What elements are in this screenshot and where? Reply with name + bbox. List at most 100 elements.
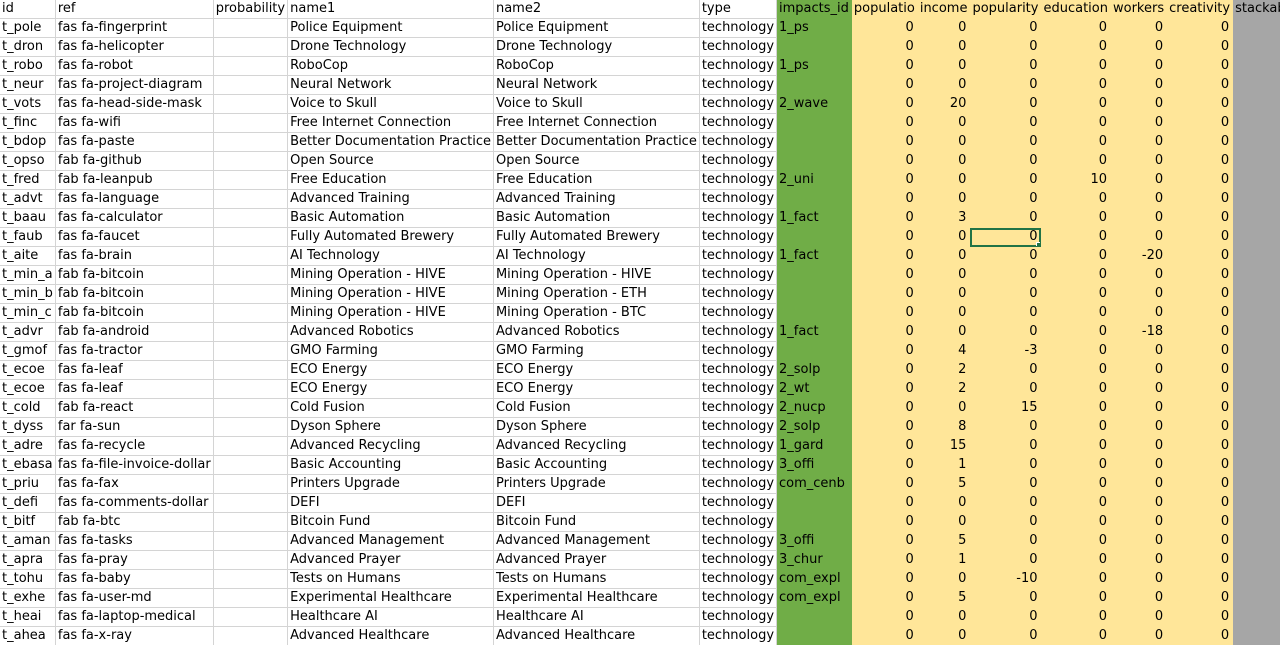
cell-popularity[interactable]: -10 xyxy=(969,569,1042,589)
cell-impacts-id[interactable] xyxy=(776,303,852,323)
cell-workers[interactable]: 0 xyxy=(1110,113,1168,133)
cell-impacts-id[interactable] xyxy=(776,189,852,209)
cell-type[interactable]: technology xyxy=(699,493,778,513)
cell-name2[interactable]: RoboCop xyxy=(493,56,700,76)
cell-popularity[interactable]: 0 xyxy=(969,208,1042,228)
cell-probability[interactable] xyxy=(213,189,289,209)
cell-workers[interactable]: 0 xyxy=(1110,550,1168,570)
cell-ref[interactable]: fas fa-tasks xyxy=(55,531,214,551)
cell-population[interactable]: 0 xyxy=(851,360,918,380)
cell-population[interactable]: 0 xyxy=(851,189,918,209)
cell-impacts-id[interactable]: 2_wave xyxy=(776,94,852,114)
cell-popularity[interactable]: 0 xyxy=(969,493,1042,513)
header-cell-probability[interactable]: probability xyxy=(213,0,289,19)
cell-workers[interactable]: 0 xyxy=(1110,37,1168,57)
cell-education[interactable]: 0 xyxy=(1040,607,1111,627)
cell-impacts-id[interactable] xyxy=(776,284,852,304)
cell-impacts-id[interactable]: 3_offi xyxy=(776,531,852,551)
cell-income[interactable]: 0 xyxy=(917,398,971,418)
cell-impacts-id[interactable]: com_cenb xyxy=(776,474,852,494)
cell-probability[interactable] xyxy=(213,398,289,418)
cell-ref[interactable]: fas fa-laptop-medical xyxy=(55,607,214,627)
cell-id[interactable]: t_advr xyxy=(0,322,56,342)
cell-income[interactable]: 0 xyxy=(917,18,971,38)
cell-type[interactable]: technology xyxy=(699,18,778,38)
cell-education[interactable]: 0 xyxy=(1040,493,1111,513)
cell-workers[interactable]: 0 xyxy=(1110,284,1168,304)
cell-type[interactable]: technology xyxy=(699,531,778,551)
cell-id[interactable]: t_vots xyxy=(0,94,56,114)
cell-stackable[interactable]: 1 xyxy=(1232,607,1280,627)
cell-popularity[interactable]: 0 xyxy=(969,284,1042,304)
cell-name1[interactable]: Mining Operation - HIVE xyxy=(287,284,494,304)
cell-name2[interactable]: Advanced Healthcare xyxy=(493,626,700,645)
cell-name2[interactable]: Advanced Robotics xyxy=(493,322,700,342)
cell-name1[interactable]: Free Internet Connection xyxy=(287,113,494,133)
cell-name1[interactable]: Healthcare AI xyxy=(287,607,494,627)
cell-probability[interactable] xyxy=(213,626,289,645)
cell-population[interactable]: 0 xyxy=(851,303,918,323)
cell-id[interactable]: t_dron xyxy=(0,37,56,57)
cell-probability[interactable] xyxy=(213,474,289,494)
cell-ref[interactable]: fas fa-file-invoice-dollar xyxy=(55,455,214,475)
cell-name1[interactable]: Dyson Sphere xyxy=(287,417,494,437)
cell-workers[interactable]: 0 xyxy=(1110,436,1168,456)
cell-probability[interactable] xyxy=(213,170,289,190)
cell-creativity[interactable]: 0 xyxy=(1166,56,1234,76)
cell-workers[interactable]: 0 xyxy=(1110,18,1168,38)
cell-education[interactable]: 10 xyxy=(1040,170,1111,190)
cell-id[interactable]: t_faub xyxy=(0,227,56,247)
cell-education[interactable]: 0 xyxy=(1040,474,1111,494)
cell-education[interactable]: 0 xyxy=(1040,132,1111,152)
cell-income[interactable]: 0 xyxy=(917,626,971,645)
cell-name1[interactable]: Printers Upgrade xyxy=(287,474,494,494)
cell-popularity[interactable]: 0 xyxy=(969,607,1042,627)
cell-education[interactable]: 0 xyxy=(1040,455,1111,475)
cell-name1[interactable]: Better Documentation Practice xyxy=(287,132,494,152)
cell-stackable[interactable]: 1 xyxy=(1232,284,1280,304)
header-cell-workers[interactable]: workers xyxy=(1110,0,1168,19)
cell-ref[interactable]: fas fa-calculator xyxy=(55,208,214,228)
cell-income[interactable]: 0 xyxy=(917,303,971,323)
cell-type[interactable]: technology xyxy=(699,626,778,645)
cell-name1[interactable]: AI Technology xyxy=(287,246,494,266)
cell-type[interactable]: technology xyxy=(699,94,778,114)
cell-id[interactable]: t_ahea xyxy=(0,626,56,645)
cell-income[interactable]: 0 xyxy=(917,75,971,95)
cell-creativity[interactable]: 0 xyxy=(1166,113,1234,133)
cell-education[interactable]: 0 xyxy=(1040,18,1111,38)
cell-popularity[interactable]: 0 xyxy=(969,265,1042,285)
cell-ref[interactable]: fab fa-btc xyxy=(55,512,214,532)
header-cell-creativity[interactable]: creativity xyxy=(1166,0,1234,19)
cell-population[interactable]: 0 xyxy=(851,588,918,608)
cell-income[interactable]: 0 xyxy=(917,170,971,190)
cell-stackable[interactable]: 1 xyxy=(1232,94,1280,114)
cell-popularity[interactable]: 0 xyxy=(969,227,1042,247)
cell-ref[interactable]: fab fa-leanpub xyxy=(55,170,214,190)
cell-stackable[interactable]: 1 xyxy=(1232,455,1280,475)
cell-name2[interactable]: Advanced Management xyxy=(493,531,700,551)
cell-type[interactable]: technology xyxy=(699,341,778,361)
cell-stackable[interactable]: 1 xyxy=(1232,512,1280,532)
cell-education[interactable]: 0 xyxy=(1040,303,1111,323)
cell-type[interactable]: technology xyxy=(699,455,778,475)
cell-income[interactable]: 8 xyxy=(917,417,971,437)
cell-id[interactable]: t_dyss xyxy=(0,417,56,437)
cell-population[interactable]: 0 xyxy=(851,284,918,304)
cell-ref[interactable]: fas fa-helicopter xyxy=(55,37,214,57)
cell-popularity[interactable]: 0 xyxy=(969,303,1042,323)
cell-workers[interactable]: 0 xyxy=(1110,493,1168,513)
cell-workers[interactable]: 0 xyxy=(1110,132,1168,152)
cell-name1[interactable]: Bitcoin Fund xyxy=(287,512,494,532)
cell-impacts-id[interactable] xyxy=(776,607,852,627)
cell-impacts-id[interactable] xyxy=(776,151,852,171)
cell-workers[interactable]: 0 xyxy=(1110,94,1168,114)
cell-income[interactable]: 0 xyxy=(917,132,971,152)
cell-education[interactable]: 0 xyxy=(1040,569,1111,589)
cell-impacts-id[interactable]: 2_uni xyxy=(776,170,852,190)
cell-name2[interactable]: Better Documentation Practice xyxy=(493,132,700,152)
cell-name2[interactable]: ECO Energy xyxy=(493,360,700,380)
cell-type[interactable]: technology xyxy=(699,37,778,57)
cell-workers[interactable]: 0 xyxy=(1110,151,1168,171)
cell-population[interactable]: 0 xyxy=(851,569,918,589)
